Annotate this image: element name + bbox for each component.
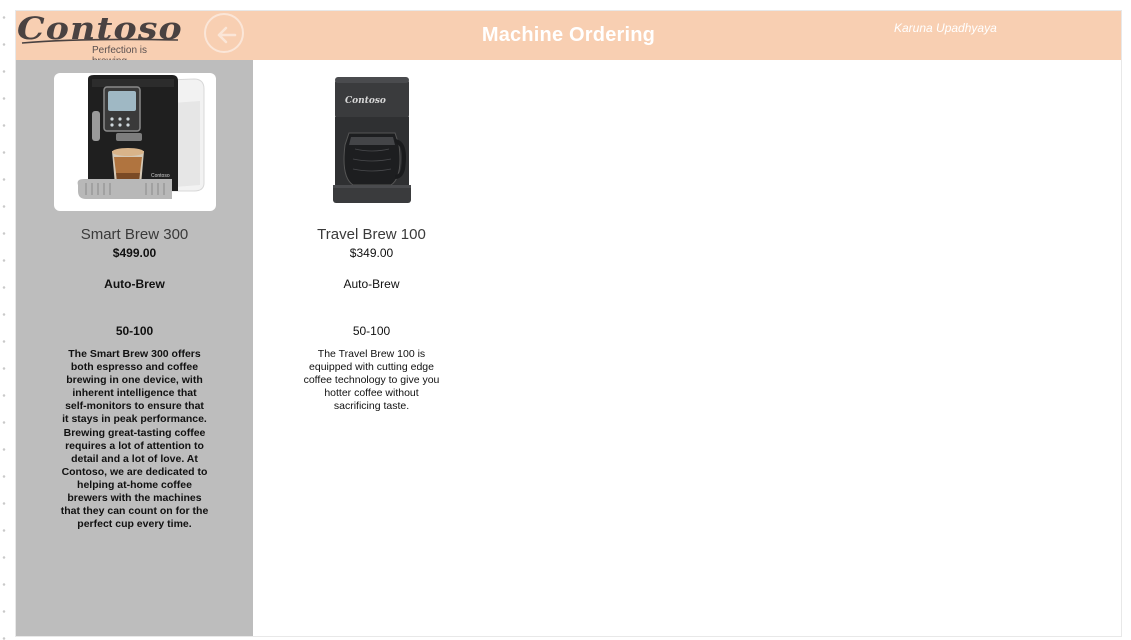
machine-brand-mark: Contoso [345,96,386,106]
dotted-edge [0,0,8,640]
machine-description: The Smart Brew 300 offers both espresso … [60,348,209,531]
machine-name: Smart Brew 300 [80,226,189,243]
machine-capacity: 50-100 [115,324,154,338]
header-bar: Contoso Perfection is brewing. Machine O… [16,11,1121,67]
machine-price: $499.00 [112,246,157,260]
user-name: Karuna Upadhyaya [894,21,997,35]
drip-coffee-maker-icon: Contoso [332,77,411,203]
machine-price: $349.00 [349,246,394,260]
machine-description: The Travel Brew 100 is equipped with cut… [303,348,440,413]
machine-name: Travel Brew 100 [317,226,426,243]
espresso-machine-icon: Contoso [77,75,204,199]
espresso-machine-image: Contoso [53,73,216,211]
screen: Contoso Perfection is brewing. Machine O… [0,0,1131,640]
drip-coffee-maker-image: Contoso [291,73,453,211]
machine-capacity: 50-100 [352,324,391,338]
machine-brew-type: Auto-Brew [343,277,400,291]
machine-card-travel-brew-100[interactable]: Contoso Travel Brew 100 $349.00 Auto-Bre… [253,73,490,413]
app-window: Contoso Perfection is brewing. Machine O… [16,11,1121,636]
machine-card-smart-brew-300[interactable]: Contoso Smart Brew 300 $499.00 Auto-Brew… [16,73,253,531]
machine-brand-mark: Contoso [151,173,170,179]
machine-brew-type: Auto-Brew [104,277,165,291]
